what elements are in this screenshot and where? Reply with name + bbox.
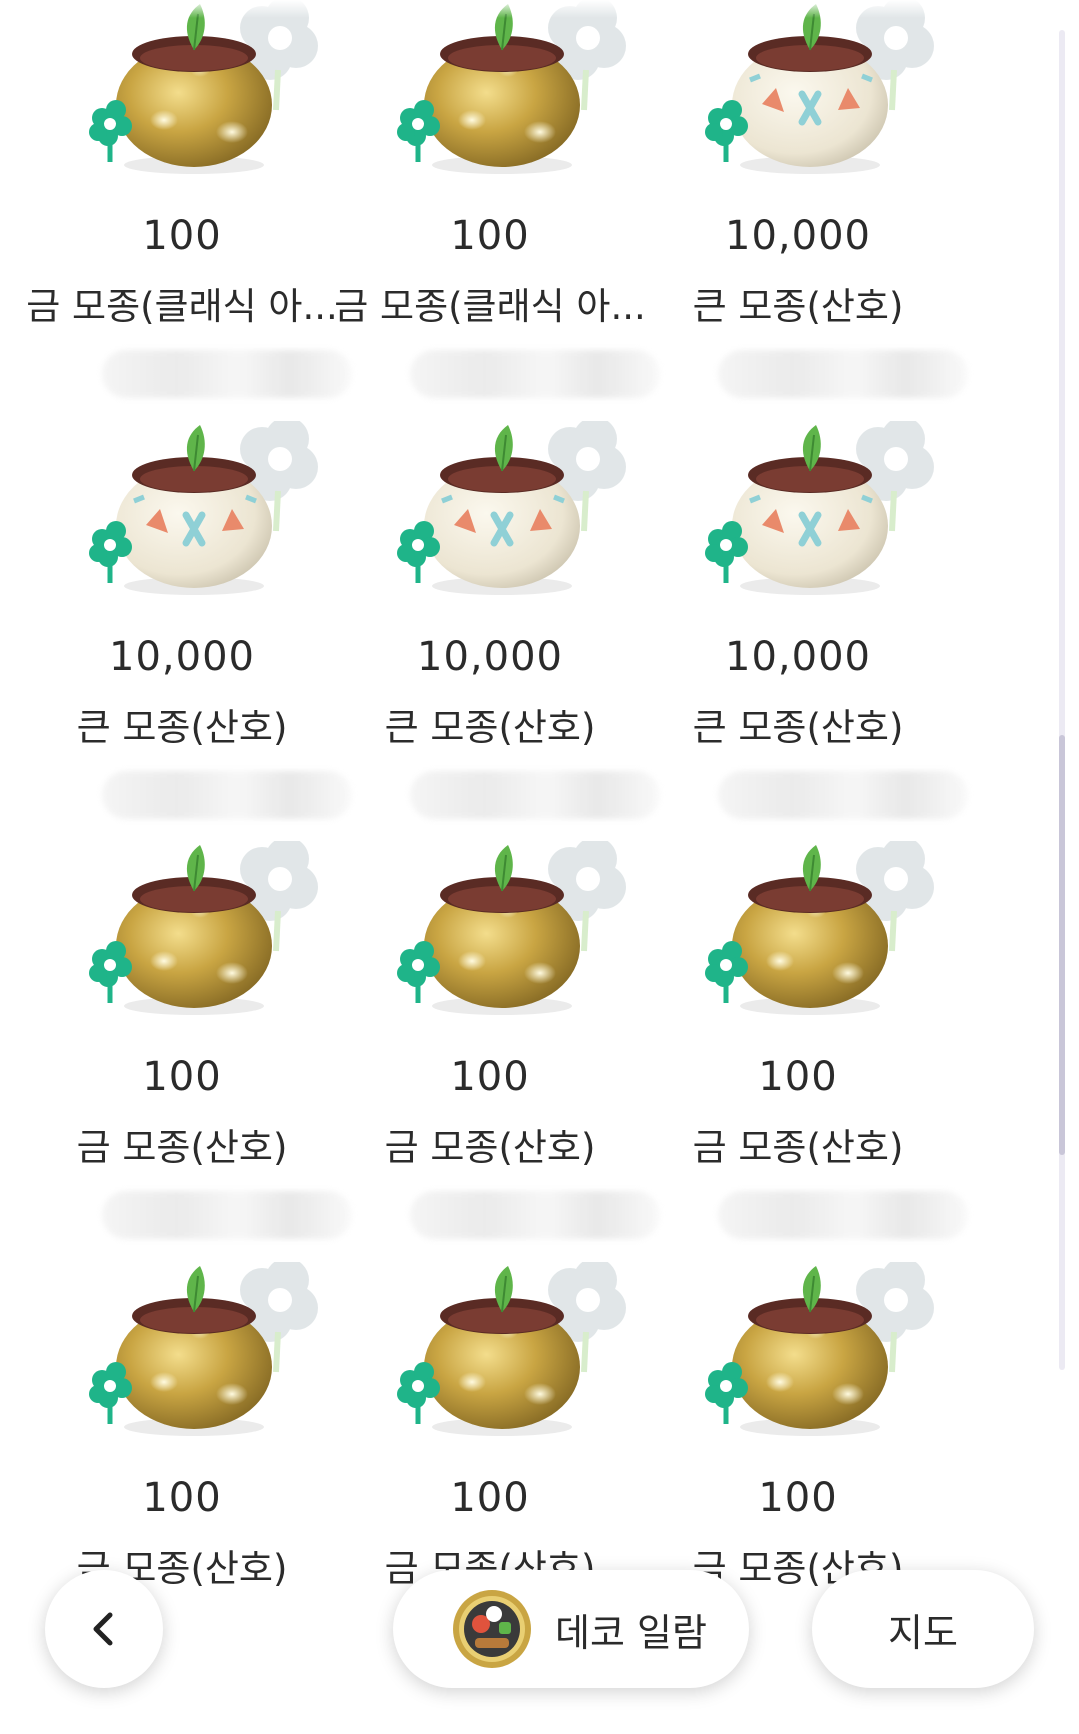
deco-item[interactable]: 100 금 모종(클래식 아... xyxy=(320,0,660,465)
scrollbar-track[interactable] xyxy=(1059,30,1065,1370)
item-count: 100 xyxy=(142,1475,222,1521)
item-name: 금 모종(산호) xyxy=(692,1126,904,1169)
item-count: 100 xyxy=(758,1475,838,1521)
item-image xyxy=(390,841,650,1036)
item-image xyxy=(390,0,650,195)
item-name: 큰 모종(산호) xyxy=(76,706,288,749)
item-image xyxy=(82,0,342,195)
deco-item[interactable]: 10,000 큰 모종(산호) xyxy=(12,421,352,886)
pot-gold-icon xyxy=(89,841,318,1015)
pot-gold-icon xyxy=(89,1262,318,1436)
item-count: 100 xyxy=(450,213,530,259)
back-button[interactable] xyxy=(45,1570,163,1688)
item-count: 10,000 xyxy=(109,634,255,680)
deco-item[interactable]: 10,000 큰 모종(산호) xyxy=(628,421,968,886)
blurred-text xyxy=(102,771,352,819)
item-name: 금 모종(클래식 아... xyxy=(334,285,646,328)
item-image xyxy=(82,1262,342,1457)
deco-item[interactable]: 10,000 큰 모종(산호) xyxy=(320,421,660,886)
pot-gold-icon xyxy=(397,841,626,1015)
item-count: 100 xyxy=(450,1054,530,1100)
item-image xyxy=(390,1262,650,1457)
pot-gold-icon xyxy=(397,0,626,174)
blurred-text xyxy=(102,1191,352,1239)
pot-coral-icon xyxy=(705,0,934,174)
pot-coral-icon xyxy=(705,421,934,595)
item-count: 10,000 xyxy=(725,634,871,680)
deco-grid: 100 금 모종(클래식 아... 100 금 모종(클래식 아... 10,0… xyxy=(0,0,1079,1734)
deco-item[interactable]: 100 금 모종(산호) xyxy=(628,841,968,1306)
pot-coral-icon xyxy=(397,421,626,595)
pot-gold-icon xyxy=(89,0,318,174)
map-label: 지도 xyxy=(888,1610,958,1655)
item-count: 100 xyxy=(142,213,222,259)
item-image xyxy=(390,421,650,616)
deco-item[interactable]: 100 금 모종(클래식 아... xyxy=(12,0,352,465)
deco-item[interactable]: 100 금 모종(산호) xyxy=(320,841,660,1306)
item-image xyxy=(698,0,958,195)
item-image xyxy=(698,421,958,616)
item-image xyxy=(82,841,342,1036)
item-name: 금 모종(클래식 아... xyxy=(26,285,338,328)
deco-badge-icon xyxy=(453,1590,531,1668)
deco-list-label: 데코 일람 xyxy=(555,1610,707,1655)
item-name: 큰 모종(산호) xyxy=(384,706,596,749)
item-name: 금 모종(산호) xyxy=(384,1126,596,1169)
item-count: 100 xyxy=(142,1054,222,1100)
item-name: 금 모종(산호) xyxy=(76,1547,288,1590)
item-count: 100 xyxy=(450,1475,530,1521)
map-button[interactable]: 지도 xyxy=(812,1570,1034,1688)
item-count: 100 xyxy=(758,1054,838,1100)
item-image xyxy=(698,841,958,1036)
chevron-left-icon xyxy=(93,1612,113,1646)
top-fade xyxy=(0,0,1079,18)
item-count: 10,000 xyxy=(417,634,563,680)
blurred-text xyxy=(102,350,352,398)
blurred-text xyxy=(410,771,660,819)
item-name: 큰 모종(산호) xyxy=(692,285,904,328)
blurred-text xyxy=(718,771,968,819)
pot-gold-icon xyxy=(705,1262,934,1436)
pot-coral-icon xyxy=(89,421,318,595)
blurred-text xyxy=(718,1191,968,1239)
item-name: 큰 모종(산호) xyxy=(692,706,904,749)
item-name: 금 모종(산호) xyxy=(76,1126,288,1169)
pot-gold-icon xyxy=(397,1262,626,1436)
scrollbar-thumb[interactable] xyxy=(1059,735,1065,1155)
deco-list-button[interactable]: 데코 일람 xyxy=(393,1570,749,1688)
blurred-text xyxy=(410,1191,660,1239)
deco-item[interactable]: 100 금 모종(산호) xyxy=(12,841,352,1306)
item-count: 10,000 xyxy=(725,213,871,259)
pot-gold-icon xyxy=(705,841,934,1015)
blurred-text xyxy=(718,350,968,398)
blurred-text xyxy=(410,350,660,398)
item-image xyxy=(82,421,342,616)
item-image xyxy=(698,1262,958,1457)
deco-item[interactable]: 10,000 큰 모종(산호) xyxy=(628,0,968,465)
